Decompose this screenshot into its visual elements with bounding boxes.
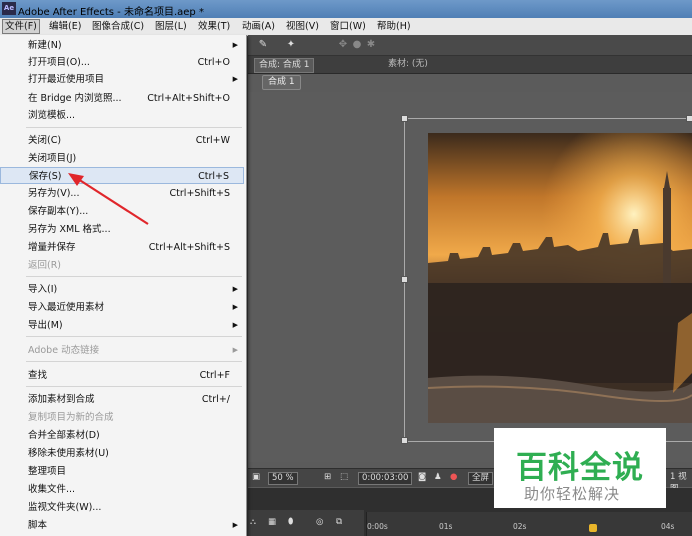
menu-item-import[interactable]: 导入(I) ▶ bbox=[0, 281, 244, 298]
menu-layer[interactable]: 图层(L) bbox=[153, 20, 189, 33]
tab-footage[interactable]: 素材: (无) bbox=[388, 58, 428, 71]
eraser-icon[interactable]: ⬮ bbox=[288, 517, 293, 528]
after-effects-app-icon: Ae bbox=[2, 2, 16, 15]
puppet-tool-icon[interactable]: ✱ bbox=[364, 38, 378, 51]
timecode-display[interactable]: 0:00:03:00 bbox=[358, 472, 413, 485]
bounds-handle-left[interactable] bbox=[401, 276, 408, 283]
comp-subtab[interactable]: 合成 1 bbox=[262, 75, 301, 90]
menu-bar: 文件(F) 编辑(E) 图像合成(C) 图层(L) 效果(T) 动画(A) 视图… bbox=[0, 18, 692, 36]
bounds-handle-top-left[interactable] bbox=[401, 115, 408, 122]
bounds-handle-top-right[interactable] bbox=[686, 115, 692, 122]
comp-tab-bar: 合成: 合成 1 素材: (无) bbox=[248, 56, 692, 74]
file-menu-dropdown: 新建(N) ▶ 打开项目(O)... Ctrl+O 打开最近使用项目 ▶ 在 Brid… bbox=[0, 35, 247, 536]
menu-item-open-project[interactable]: 打开项目(O)... Ctrl+O bbox=[0, 54, 244, 71]
watermark-subtitle: 助你轻松解决 bbox=[524, 485, 621, 503]
menu-separator bbox=[26, 276, 242, 277]
menu-composition[interactable]: 图像合成(C) bbox=[90, 20, 146, 33]
menu-item-new-comp-from-selection[interactable]: 复制项目为新的合成 bbox=[0, 409, 244, 426]
watermark-logo: 百科全说 助你轻松解决 bbox=[494, 428, 666, 508]
menu-item-revert[interactable]: 返回(R) bbox=[0, 257, 244, 274]
pen-tool-icon[interactable]: ✎ bbox=[256, 38, 270, 51]
bounds-handle-bottom-left[interactable] bbox=[401, 437, 408, 444]
safe-area-icon[interactable]: ⊞ bbox=[324, 472, 331, 483]
grid-icon[interactable]: ▣ bbox=[252, 472, 260, 483]
playhead[interactable] bbox=[589, 524, 597, 532]
ruler-tick: 0:00s bbox=[367, 522, 388, 531]
menu-separator bbox=[26, 386, 242, 387]
resolution-select[interactable]: 全屏 bbox=[468, 472, 494, 485]
watermark-title: 百科全说 bbox=[516, 450, 644, 486]
menu-separator bbox=[26, 361, 242, 362]
menu-item-browse-bridge[interactable]: 在 Bridge 内浏览照... Ctrl+Alt+Shift+O bbox=[0, 90, 244, 107]
menu-separator bbox=[26, 127, 242, 128]
menu-item-dynamic-link[interactable]: Adobe 动态链接 ▶ bbox=[0, 342, 244, 359]
menu-item-save-copy[interactable]: 保存副本(Y)... bbox=[0, 203, 244, 220]
menu-item-close-project[interactable]: 关闭项目(J) bbox=[0, 150, 244, 167]
menu-edit[interactable]: 编辑(E) bbox=[47, 20, 83, 33]
menu-item-find[interactable]: 查找 Ctrl+F bbox=[0, 367, 244, 384]
tab-composition[interactable]: 合成: 合成 1 bbox=[254, 58, 315, 73]
ruler-tick: 01s bbox=[439, 522, 453, 531]
ruler-tick: 04s bbox=[661, 522, 675, 531]
menu-item-consolidate[interactable]: 合并全部素材(D) bbox=[0, 427, 244, 444]
menu-item-reduce-project[interactable]: 整理项目 bbox=[0, 463, 244, 480]
menu-item-save[interactable]: 保存(S) Ctrl+S bbox=[0, 167, 244, 184]
menu-item-new[interactable]: 新建(N) ▶ bbox=[0, 37, 244, 54]
move-tool-icon[interactable]: ✥ bbox=[336, 38, 350, 51]
composition-icon[interactable]: ▦ bbox=[268, 517, 276, 528]
pin-tool-icon[interactable]: ✦ bbox=[284, 38, 298, 51]
navigator-icon[interactable]: ⛬ bbox=[250, 517, 256, 528]
menu-item-add-footage[interactable]: 添加素材到合成 Ctrl+/ bbox=[0, 391, 244, 408]
tools-toolbar: ✎ ✦ ✥ ● ✱ bbox=[248, 35, 692, 56]
menu-item-increment-save[interactable]: 增量并保存 Ctrl+Alt+Shift+S bbox=[0, 239, 244, 256]
menu-item-save-xml[interactable]: 另存为 XML 格式... bbox=[0, 221, 244, 238]
menu-item-close[interactable]: 关闭(C) Ctrl+W bbox=[0, 132, 244, 149]
menu-help[interactable]: 帮助(H) bbox=[375, 20, 413, 33]
menu-item-remove-unused[interactable]: 移除未使用素材(U) bbox=[0, 445, 244, 462]
motion-blur-icon[interactable]: ◎ bbox=[316, 517, 323, 528]
menu-item-open-recent[interactable]: 打开最近使用项目 ▶ bbox=[0, 71, 244, 88]
menu-item-save-as[interactable]: 另存为(V)... Ctrl+Shift+S bbox=[0, 185, 244, 202]
mask-icon[interactable]: ⬚ bbox=[340, 472, 348, 483]
menu-window[interactable]: 窗口(W) bbox=[328, 20, 368, 33]
shape-tool-icon[interactable]: ● bbox=[350, 38, 364, 51]
menu-item-collect-files[interactable]: 收集文件... bbox=[0, 481, 244, 498]
time-ruler[interactable]: 0:00s 01s 02s 04s bbox=[366, 512, 692, 536]
menu-item-import-recent[interactable]: 导入最近使用素材 ▶ bbox=[0, 299, 244, 316]
menu-file[interactable]: 文件(F) bbox=[2, 19, 40, 34]
color-channels-icon[interactable]: ● bbox=[450, 472, 457, 483]
menu-animation[interactable]: 动画(A) bbox=[240, 20, 277, 33]
timeline-tools: ⛬ ▦ ⬮ ◎ ⧉ bbox=[248, 510, 364, 536]
menu-item-browse-templates[interactable]: 浏览模板... bbox=[0, 107, 244, 124]
ruler-tick: 02s bbox=[513, 522, 527, 531]
menu-item-scripts[interactable]: 脚本 ▶ bbox=[0, 517, 244, 534]
menu-effect[interactable]: 效果(T) bbox=[196, 20, 232, 33]
composition-bounds bbox=[404, 118, 692, 442]
person-icon[interactable]: ♟ bbox=[434, 472, 442, 483]
menu-item-export[interactable]: 导出(M) ▶ bbox=[0, 317, 244, 334]
menu-view[interactable]: 视图(V) bbox=[284, 20, 321, 33]
graph-editor-icon[interactable]: ⧉ bbox=[336, 517, 342, 528]
menu-separator bbox=[26, 336, 242, 337]
camera-icon[interactable]: ◙ bbox=[418, 472, 426, 483]
window-title: Adobe After Effects - 未命名项目.aep * bbox=[18, 7, 204, 18]
menu-item-watch-folder[interactable]: 监视文件夹(W)... bbox=[0, 499, 244, 516]
zoom-select[interactable]: 50 % bbox=[268, 472, 298, 485]
title-bar: Ae Adobe After Effects - 未命名项目.aep * bbox=[0, 0, 692, 18]
